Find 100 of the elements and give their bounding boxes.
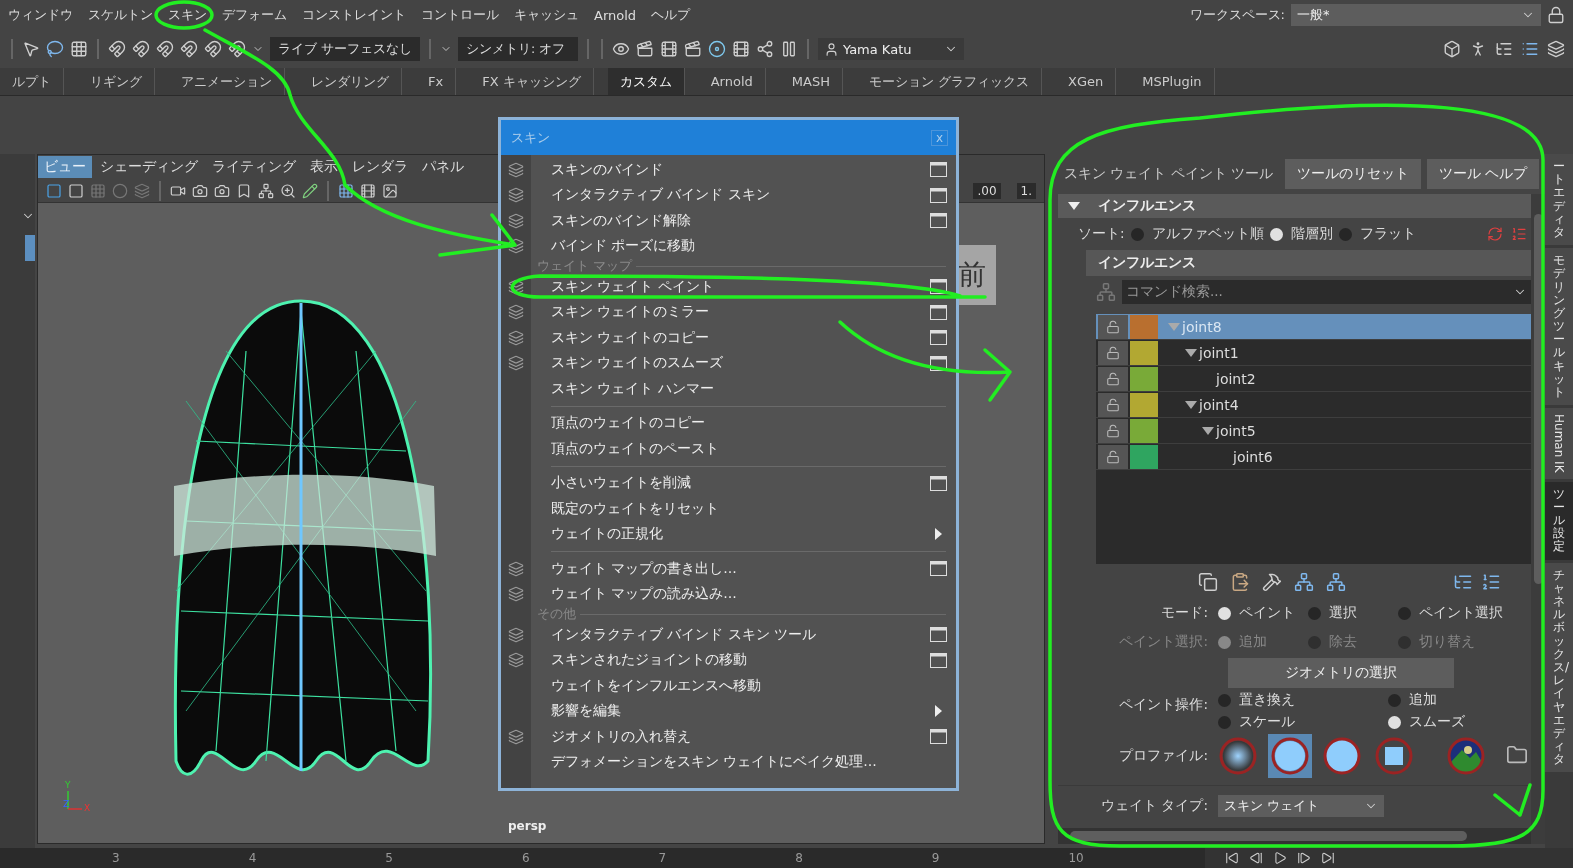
menu-item[interactable]: スキンのバインド解除: [501, 208, 956, 234]
grid-icon[interactable]: [338, 182, 354, 199]
magnet-icon[interactable]: [156, 40, 174, 58]
menu-bar-item[interactable]: スケルトン: [88, 6, 153, 24]
menu-item[interactable]: ウェイトの正規化: [501, 521, 956, 547]
menu-bar-item[interactable]: Arnold: [594, 7, 637, 23]
radio-button[interactable]: スムーズ: [1388, 713, 1508, 731]
option-box-icon[interactable]: [929, 652, 947, 668]
option-box-icon[interactable]: [929, 627, 947, 643]
menu-item[interactable]: 頂点のウェイトのペースト: [501, 436, 956, 462]
magnet-icon[interactable]: [180, 40, 198, 58]
film-icon[interactable]: [732, 40, 750, 58]
menu-item[interactable]: デフォメーションをスキン ウェイトにベイク処理…: [501, 749, 956, 775]
influence-row[interactable]: joint5: [1096, 418, 1531, 444]
image-icon[interactable]: [382, 182, 398, 199]
menu-item[interactable]: スキン ウェイトのスムーズ: [501, 350, 956, 376]
live-surface-field[interactable]: ライブ サーフェスなし: [270, 37, 420, 61]
influence-row[interactable]: joint1: [1096, 340, 1531, 366]
film-icon[interactable]: [360, 182, 376, 199]
menu-item[interactable]: 小さいウェイトを削減: [501, 470, 956, 496]
option-box-icon[interactable]: [929, 475, 947, 491]
viewport-menu-item[interactable]: レンダラ: [346, 156, 414, 178]
menu-item[interactable]: インタラクティブ バインド スキン: [501, 182, 956, 208]
frame-icon[interactable]: [68, 182, 84, 199]
film-icon[interactable]: [660, 40, 678, 58]
weight-type-dropdown[interactable]: スキン ウェイト: [1218, 795, 1384, 817]
viewport-menu-item[interactable]: パネル: [416, 156, 470, 178]
select-icon[interactable]: [22, 40, 40, 58]
menu-item[interactable]: 影響を編集: [501, 698, 956, 724]
menu-bar-item[interactable]: ウィンドウ: [8, 6, 73, 24]
copy-icon[interactable]: [1198, 572, 1218, 592]
unlocked-icon[interactable]: [1106, 397, 1120, 412]
tool-button[interactable]: ツールのリセット: [1284, 159, 1421, 189]
viewport-menu-item[interactable]: ライティング: [206, 156, 302, 178]
symmetry-field[interactable]: シンメトリ: オフ: [458, 37, 578, 61]
list-icon[interactable]: [1521, 40, 1539, 58]
pause-icon[interactable]: [780, 40, 798, 58]
list-order-icon[interactable]: [1481, 572, 1501, 592]
menu-bar-item[interactable]: キャッシュ: [514, 6, 579, 24]
cube-icon[interactable]: [1443, 40, 1461, 58]
collapse-caret-icon[interactable]: [1068, 202, 1080, 210]
menu-item[interactable]: スキンされたジョイントの移動: [501, 647, 956, 673]
skip-forward-icon[interactable]: [1321, 851, 1335, 865]
option-box-icon[interactable]: [929, 304, 947, 320]
lock-button[interactable]: [1098, 366, 1128, 391]
magnet-icon[interactable]: [132, 40, 150, 58]
menu-bar-item[interactable]: デフォーム: [222, 6, 287, 24]
workspace-dropdown[interactable]: 一般*: [1291, 4, 1541, 26]
influence-row[interactable]: joint2: [1096, 366, 1531, 392]
menu-item[interactable]: 既定のウェイトをリセット: [501, 496, 956, 522]
option-box-icon[interactable]: [929, 162, 947, 178]
skip-back-icon[interactable]: [1225, 851, 1239, 865]
radio-button[interactable]: アルファベット順: [1130, 225, 1264, 243]
menu-item[interactable]: スキンのバインド: [501, 157, 956, 183]
clapperboard-icon[interactable]: [636, 40, 654, 58]
step-back-icon[interactable]: [1249, 851, 1263, 865]
expand-caret-icon[interactable]: [1185, 348, 1197, 357]
influence-row[interactable]: joint6: [1096, 444, 1531, 470]
menu-item[interactable]: ウェイト マップの読み込み…: [501, 581, 956, 607]
option-box-icon[interactable]: [929, 355, 947, 371]
side-tab[interactable]: Human IK: [1545, 408, 1573, 479]
layers-icon[interactable]: [1547, 40, 1565, 58]
radio-button[interactable]: 追加: [1388, 691, 1508, 709]
magnet-icon[interactable]: [204, 40, 222, 58]
menu-bar-item[interactable]: ヘルプ: [651, 6, 691, 24]
unlocked-icon[interactable]: [1106, 319, 1120, 334]
radio-button[interactable]: フラット: [1338, 225, 1416, 243]
zoom-icon[interactable]: [280, 182, 296, 199]
side-tab[interactable]: モデリングツールキット: [1545, 248, 1573, 406]
menu-item[interactable]: ウェイト マップの書き出し…: [501, 556, 956, 582]
menu-bar-item[interactable]: スキン: [168, 6, 207, 24]
expand-caret-icon[interactable]: [1202, 426, 1214, 435]
radio-button[interactable]: スケール: [1218, 713, 1388, 731]
unlocked-icon[interactable]: [1106, 423, 1120, 438]
joints-icon[interactable]: [1326, 572, 1346, 592]
lock-button[interactable]: [1098, 314, 1128, 339]
user-dropdown[interactable]: Yama Katu: [818, 38, 964, 60]
shelf-tab[interactable]: カスタム: [607, 68, 685, 95]
disc-icon[interactable]: [708, 40, 726, 58]
section-header[interactable]: インフルエンス: [1058, 194, 1531, 218]
brush-profile-button[interactable]: [1268, 734, 1312, 778]
step-forward-icon[interactable]: [1297, 851, 1311, 865]
lock-button[interactable]: [1098, 418, 1128, 443]
nodes-icon[interactable]: [258, 182, 274, 199]
clapperboard-icon[interactable]: [684, 40, 702, 58]
value-field[interactable]: 1.: [1016, 182, 1036, 199]
influence-row[interactable]: joint4: [1096, 392, 1531, 418]
side-tab[interactable]: ツール設定: [1545, 481, 1573, 560]
option-box-icon[interactable]: [929, 187, 947, 203]
unlocked-icon[interactable]: [1106, 345, 1120, 360]
user-icon[interactable]: [824, 41, 839, 57]
search-field[interactable]: コマンド検索...: [1122, 280, 1531, 304]
radio-button[interactable]: ペイント: [1218, 604, 1298, 622]
paste-icon[interactable]: [1230, 572, 1250, 592]
bookmark-icon[interactable]: [236, 182, 252, 199]
lock-icon[interactable]: [1547, 6, 1565, 24]
pencil-icon[interactable]: [302, 182, 318, 199]
menu-bar-item[interactable]: コンストレイント: [302, 6, 406, 24]
option-box-icon[interactable]: [929, 729, 947, 745]
camera-icon[interactable]: [192, 182, 208, 199]
